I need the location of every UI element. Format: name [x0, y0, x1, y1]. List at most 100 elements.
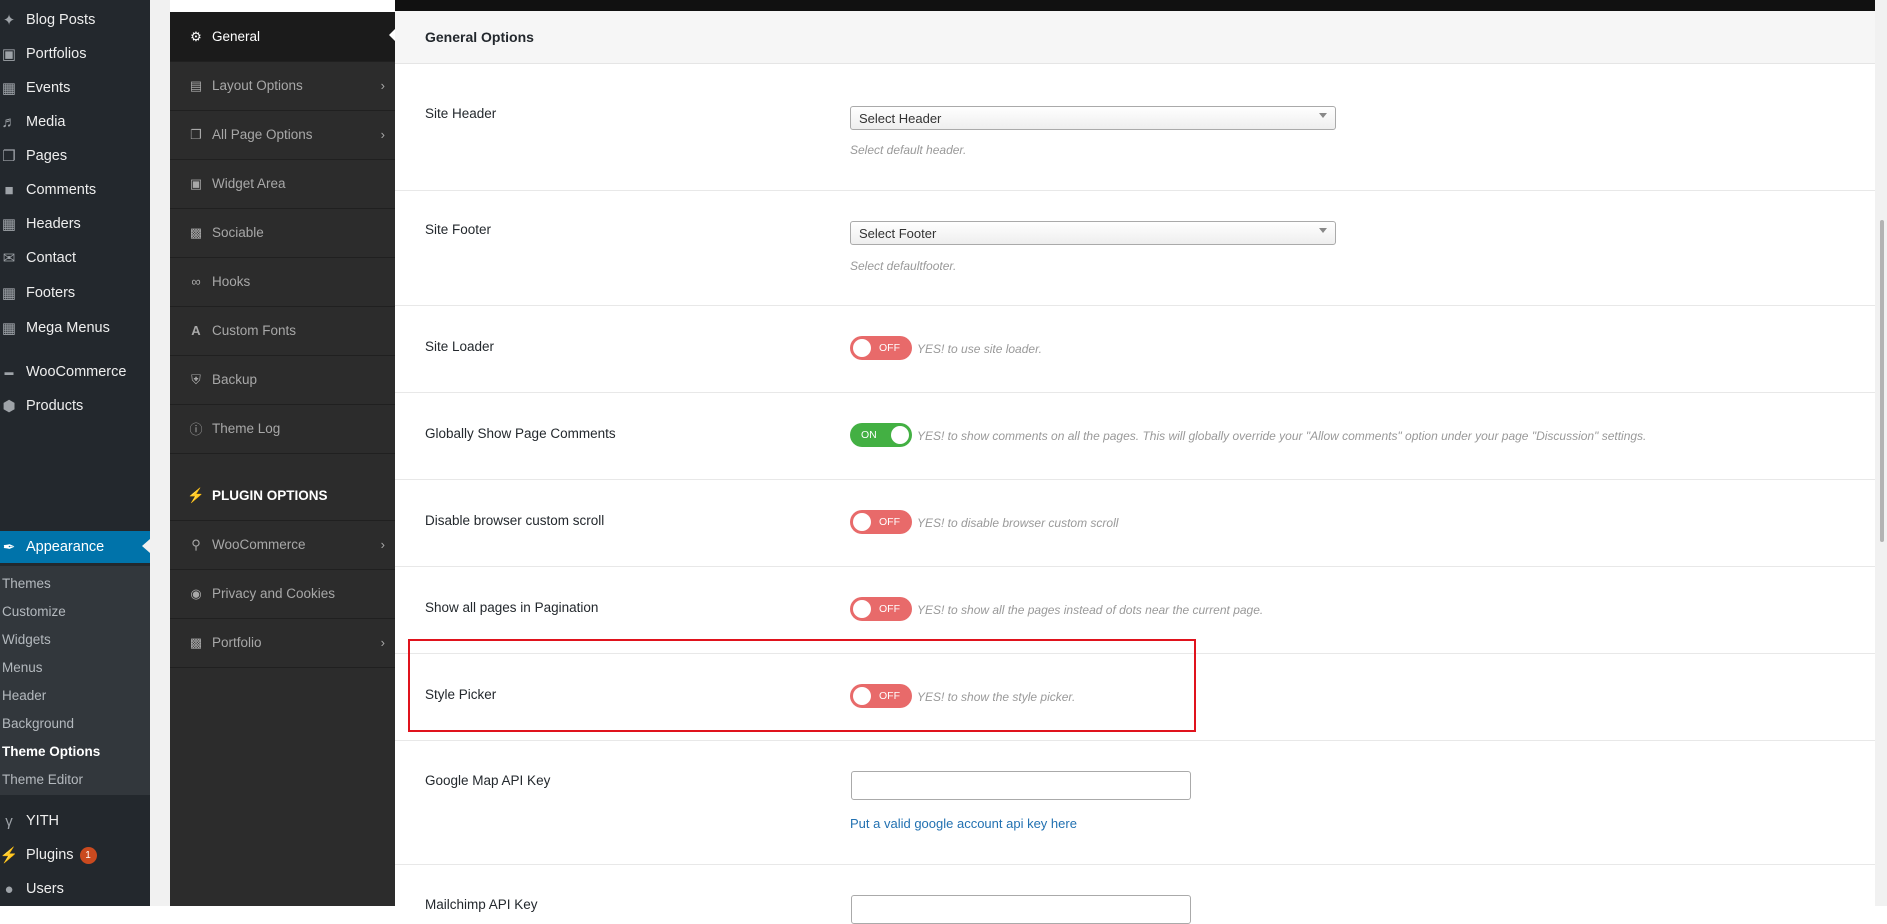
custom-scroll-toggle[interactable]: OFF [850, 510, 912, 534]
menu-headers[interactable]: ▦ Headers [0, 209, 150, 239]
options-tab-all-pages[interactable]: ❐ All Page Options › [170, 110, 395, 160]
site-loader-toggle[interactable]: OFF [850, 336, 912, 360]
menu-contact[interactable]: ✉ Contact [0, 243, 150, 273]
paperclip-icon: ∞ [191, 274, 201, 289]
menu-label: Mega Menus [26, 320, 110, 336]
site-footer-select[interactable]: Select Footer [850, 221, 1336, 245]
menu-mega-menus[interactable]: ▦ Mega Menus [0, 313, 150, 343]
option-label: Site Header [425, 106, 497, 121]
submenu-menus[interactable]: Menus [2, 658, 43, 678]
options-tab-label: Backup [212, 372, 258, 387]
menu-label: YITH [26, 813, 60, 829]
grid-icon: ▦ [1, 216, 17, 233]
menu-events[interactable]: ▦ Events [0, 73, 150, 103]
menu-blog-posts[interactable]: ✦ Blog Posts [0, 5, 150, 35]
options-tab-label: All Page Options [212, 127, 313, 142]
options-tab-backup[interactable]: ⛨ Backup [170, 355, 395, 405]
menu-pages[interactable]: ❐ Pages [0, 141, 150, 171]
widget-icon: ▣ [189, 175, 203, 191]
chevron-right-icon: › [380, 127, 385, 142]
option-google-map: Google Map API Key Put a valid google ac… [395, 740, 1875, 865]
menu-plugins[interactable]: ⚡ Plugins 1 [0, 840, 150, 870]
menu-portfolios[interactable]: ▣ Portfolios [0, 39, 150, 69]
option-custom-scroll: Disable browser custom scroll OFF YES! t… [395, 479, 1875, 567]
menu-label: Pages [26, 148, 68, 164]
options-tab-label: Privacy and Cookies [212, 586, 336, 601]
menu-appearance[interactable]: ✒ Appearance [0, 531, 150, 563]
plugin-options-heading: ⚡ PLUGIN OPTIONS [170, 471, 395, 521]
grid-icon: ▦ [1, 285, 17, 302]
option-description: Select defaultfooter. [850, 259, 957, 273]
options-tab-portfolio[interactable]: ▩ Portfolio › [170, 618, 395, 668]
toggle-knob [853, 513, 871, 531]
layout-icon: ▤ [189, 77, 203, 93]
options-tab-general[interactable]: ⚙ General [170, 12, 395, 62]
eye-slash-icon: ◉ [190, 585, 202, 601]
page-title: General Options [425, 29, 534, 45]
toggle-state: OFF [879, 690, 900, 702]
menu-label: Headers [26, 216, 81, 232]
options-tab-sociable[interactable]: ▩ Sociable [170, 208, 395, 258]
menu-label: Portfolios [26, 46, 87, 62]
menu-users[interactable]: ● Users [0, 874, 150, 904]
image-icon: ▩ [189, 224, 203, 240]
option-label: Site Loader [425, 339, 495, 354]
menu-label: Plugins [26, 847, 74, 863]
style-picker-toggle[interactable]: OFF [850, 684, 912, 708]
caret-down-icon [1319, 228, 1327, 233]
option-site-footer: Site Footer Select Footer Select default… [395, 190, 1875, 306]
site-header-select[interactable]: Select Header [850, 106, 1336, 130]
plug-icon: ⚡ [0, 847, 19, 864]
menu-comments[interactable]: ■ Comments [0, 175, 150, 205]
menu-media[interactable]: ♬ Media [0, 107, 150, 137]
option-mailchimp: Mailchimp API Key [395, 864, 1875, 924]
submenu-widgets[interactable]: Widgets [2, 630, 51, 650]
submenu-customize[interactable]: Customize [2, 602, 66, 622]
google-map-api-key-input[interactable] [851, 771, 1191, 800]
toggle-knob [853, 687, 871, 705]
menu-label: Footers [26, 285, 76, 301]
option-description: YES! to show all the pages instead of do… [917, 603, 1264, 617]
menu-yith[interactable]: γ YITH [0, 806, 150, 836]
cart-icon: ⚲ [191, 536, 201, 552]
options-tab-custom-fonts[interactable]: A Custom Fonts [170, 306, 395, 356]
options-tab-privacy[interactable]: ◉ Privacy and Cookies [170, 569, 395, 619]
image-icon: ▩ [189, 634, 203, 650]
update-count-badge: 1 [79, 846, 97, 864]
pagination-toggle[interactable]: OFF [850, 597, 912, 621]
option-description: YES! to use site loader. [917, 342, 1042, 356]
page-comments-toggle[interactable]: ON [850, 423, 912, 447]
pages-icon: ❐ [2, 148, 16, 165]
menu-woocommerce[interactable]: ▬ WooCommerce [0, 357, 150, 387]
menu-label: Appearance [26, 539, 105, 555]
mailchimp-api-key-input[interactable] [851, 895, 1191, 924]
options-tab-woocommerce[interactable]: ⚲ WooCommerce › [170, 520, 395, 570]
submenu-theme-options[interactable]: Theme Options [2, 742, 100, 762]
scrollbar-thumb[interactable] [1880, 220, 1884, 542]
gears-icon: ⚙ [190, 28, 202, 44]
options-top-bar [395, 0, 1875, 11]
menu-products[interactable]: ⬢ Products [0, 391, 150, 421]
toggle-state: OFF [879, 603, 900, 615]
option-label: Mailchimp API Key [425, 897, 538, 912]
option-label: Site Footer [425, 222, 492, 237]
options-tab-layout[interactable]: ▤ Layout Options › [170, 61, 395, 111]
options-tab-label: WooCommerce [212, 537, 306, 552]
comment-icon: ■ [4, 181, 14, 199]
menu-footers[interactable]: ▦ Footers [0, 278, 150, 308]
submenu-header[interactable]: Header [2, 686, 46, 706]
wp-admin-sidebar: ✦ Blog Posts ▣ Portfolios ▦ Events ♬ Med… [0, 0, 150, 906]
options-tab-hooks[interactable]: ∞ Hooks [170, 257, 395, 307]
submenu-themes[interactable]: Themes [2, 574, 51, 594]
options-tab-widget-area[interactable]: ▣ Widget Area [170, 159, 395, 209]
select-value: Select Header [859, 111, 942, 126]
submenu-theme-editor[interactable]: Theme Editor [2, 770, 83, 790]
option-style-picker: Style Picker OFF YES! to show the style … [395, 653, 1875, 741]
woo-icon: ▬ [4, 367, 14, 377]
toggle-state: OFF [879, 516, 900, 528]
options-tab-label: Theme Log [212, 421, 281, 436]
submenu-background[interactable]: Background [2, 714, 74, 734]
options-tab-theme-log[interactable]: ⓘ Theme Log [170, 404, 395, 454]
api-key-help-link[interactable]: Put a valid google account api key here [850, 816, 1077, 831]
options-tab-label: Widget Area [212, 176, 286, 191]
